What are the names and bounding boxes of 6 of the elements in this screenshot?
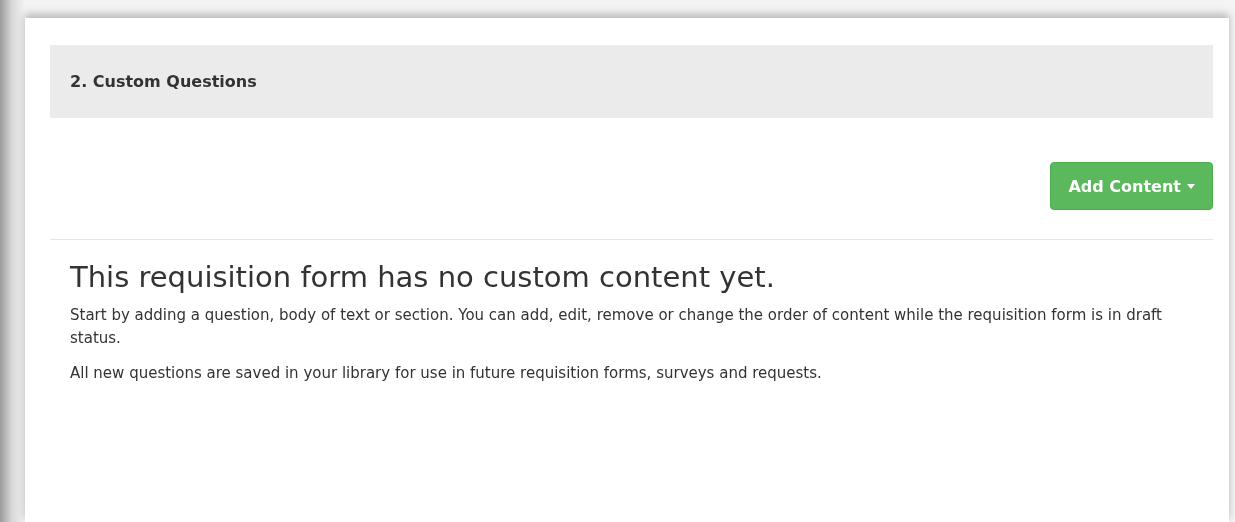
section-title: 2. Custom Questions: [70, 72, 257, 91]
add-content-button[interactable]: Add Content: [1050, 162, 1213, 210]
description-text: Start by adding a question, body of text or section. You can add, edit, remove or change the order of content while the requisition form is in draft status.: [70, 305, 1163, 349]
caret-icon: [1187, 183, 1195, 189]
empty-state-heading: This requisition form has no custom content yet.: [70, 260, 776, 294]
description-text: All new questions are saved in your library for use in future requisition forms, surveys and requests.: [70, 363, 823, 384]
